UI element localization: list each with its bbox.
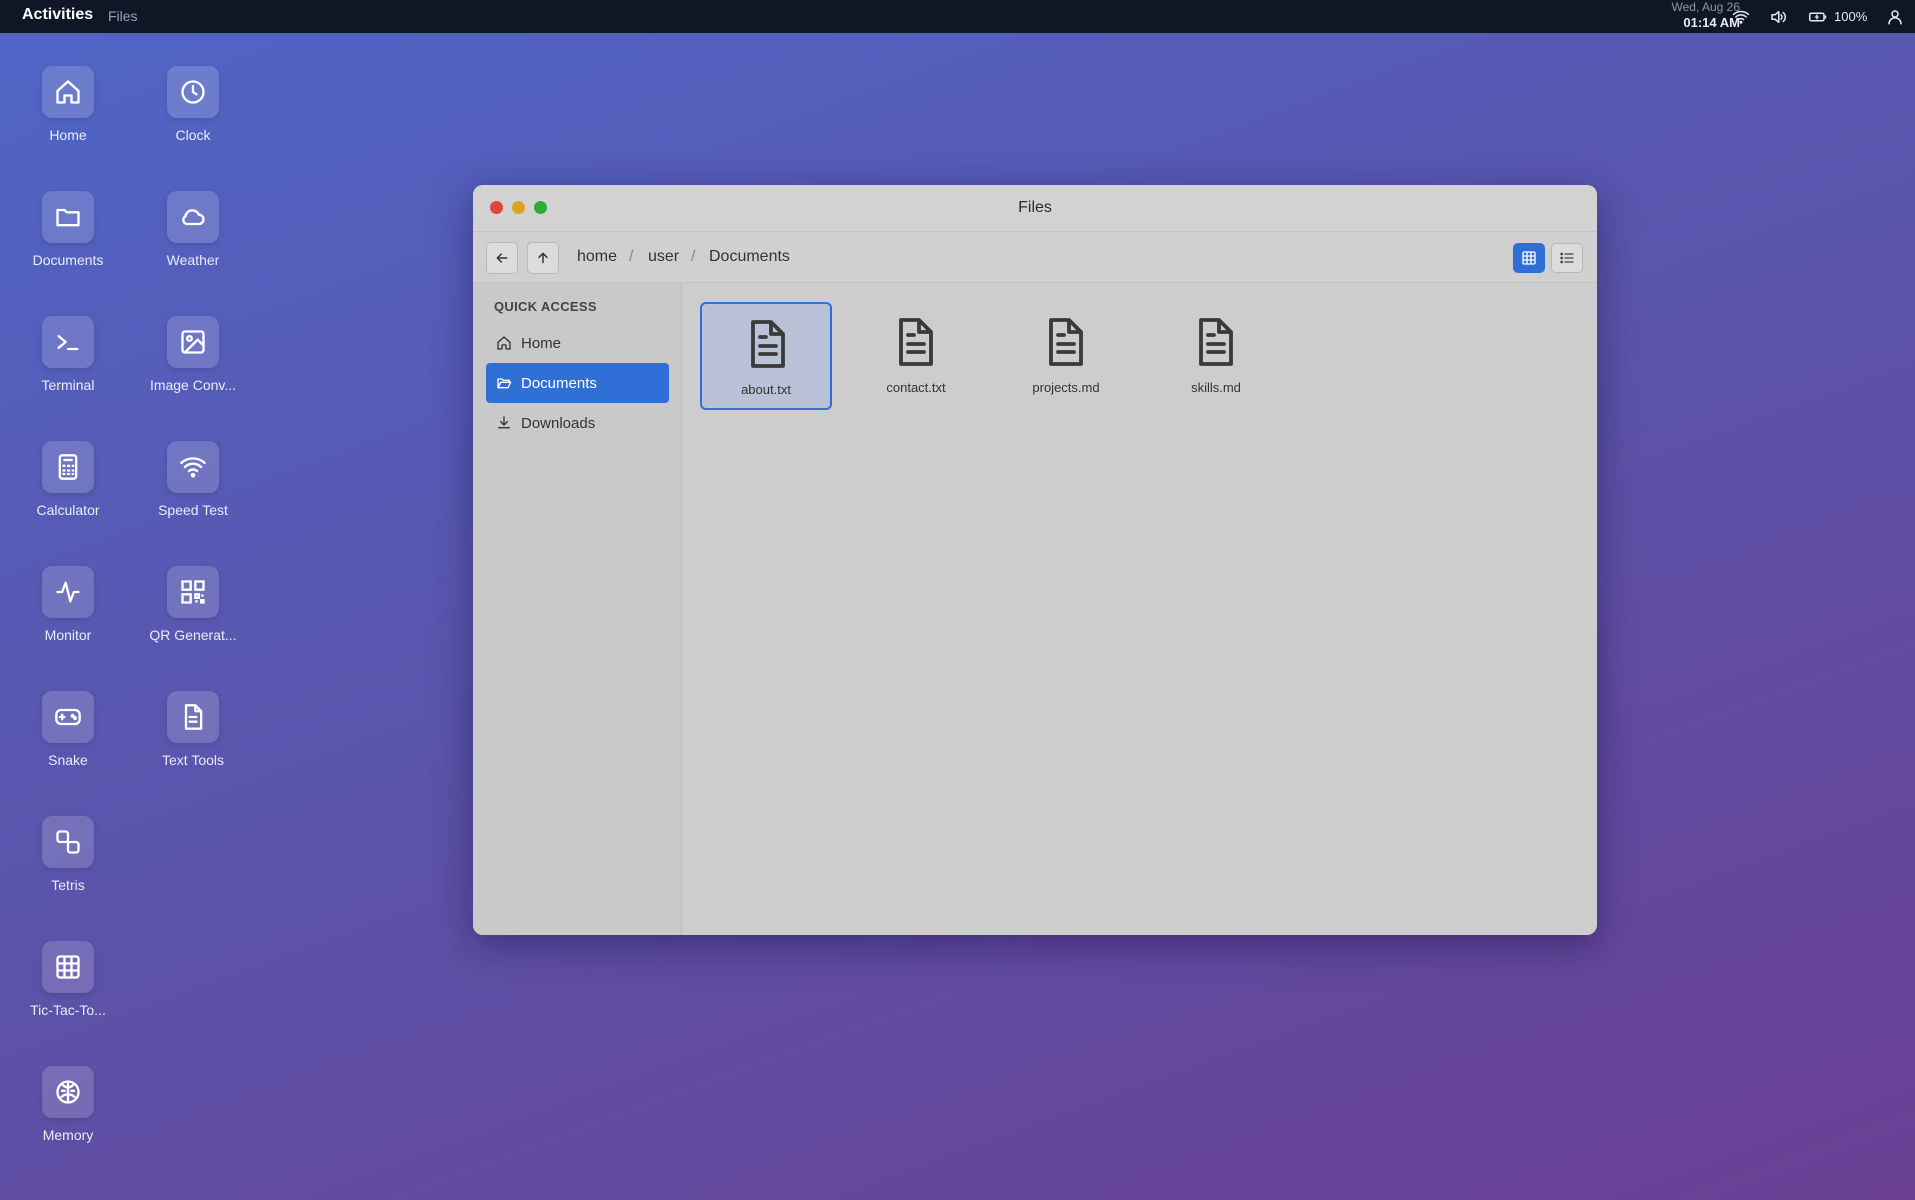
breadcrumb-separator: / bbox=[691, 248, 696, 265]
file-item[interactable]: skills.md bbox=[1150, 302, 1282, 410]
battery-icon[interactable] bbox=[1808, 8, 1827, 26]
desktop-icon-label: Snake bbox=[48, 752, 88, 768]
quick-access-heading: QUICK ACCESS bbox=[494, 299, 597, 314]
window-titlebar[interactable]: Files bbox=[473, 185, 1597, 232]
date-text: Wed, Aug 26 bbox=[1671, 0, 1741, 14]
desktop-icon-clock[interactable]: Clock bbox=[138, 66, 248, 143]
top-bar: Activities Files Wed, Aug 26 01:14 AM 10… bbox=[0, 0, 1915, 33]
desktop-icon-snake[interactable]: Snake bbox=[13, 691, 123, 768]
folder-icon bbox=[42, 191, 94, 243]
desktop-icon-label: Terminal bbox=[41, 377, 95, 393]
breadcrumb-home[interactable]: home bbox=[577, 248, 617, 266]
desktop-icon-speed-test[interactable]: Speed Test bbox=[138, 441, 248, 518]
files-window: Files home / user / Documents QUICK ACCE… bbox=[473, 185, 1597, 935]
time-text: 01:14 AM bbox=[1683, 15, 1740, 30]
document-icon bbox=[743, 318, 791, 370]
desktop-icon-label: Tetris bbox=[51, 877, 85, 893]
brain-icon bbox=[42, 1066, 94, 1118]
document-icon bbox=[1191, 316, 1239, 368]
wifi-icon bbox=[167, 441, 219, 493]
file-item[interactable]: about.txt bbox=[700, 302, 832, 410]
desktop-icon-label: Memory bbox=[42, 1127, 94, 1143]
file-name: projects.md bbox=[1032, 380, 1100, 395]
desktop-icon-monitor[interactable]: Monitor bbox=[13, 566, 123, 643]
desktop-icon-tetris[interactable]: Tetris bbox=[13, 816, 123, 893]
file-grid: about.txt contact.txt projects.md skills… bbox=[682, 283, 1597, 935]
gamepad-icon bbox=[42, 691, 94, 743]
desktop-icon-label: Text Tools bbox=[162, 752, 224, 768]
desktop-icon-weather[interactable]: Weather bbox=[138, 191, 248, 268]
up-button[interactable] bbox=[527, 242, 559, 274]
file-item[interactable]: contact.txt bbox=[850, 302, 982, 410]
grid-icon bbox=[42, 941, 94, 993]
grid-view-button[interactable] bbox=[1513, 243, 1545, 273]
home-icon bbox=[495, 334, 513, 352]
desktop-icon-label: Calculator bbox=[36, 502, 100, 518]
active-app-name: Files bbox=[108, 8, 138, 24]
activity-icon bbox=[42, 566, 94, 618]
back-button[interactable] bbox=[486, 242, 518, 274]
document-icon bbox=[1041, 316, 1089, 368]
toolbar: home / user / Documents bbox=[473, 232, 1597, 283]
calculator-icon bbox=[42, 441, 94, 493]
breadcrumb-documents[interactable]: Documents bbox=[709, 248, 790, 266]
user-icon[interactable] bbox=[1886, 8, 1904, 26]
desktop-icon-label: Clock bbox=[175, 127, 211, 143]
list-view-button[interactable] bbox=[1551, 243, 1583, 273]
activities-button[interactable]: Activities bbox=[22, 6, 93, 24]
file-name: skills.md bbox=[1191, 380, 1241, 395]
file-item[interactable]: projects.md bbox=[1000, 302, 1132, 410]
desktop-icon-image-converter[interactable]: Image Conv... bbox=[138, 316, 248, 393]
cloud-icon bbox=[167, 191, 219, 243]
battery-percent: 100% bbox=[1834, 9, 1868, 24]
grid-icon bbox=[1521, 250, 1537, 266]
desktop-icon-memory[interactable]: Memory bbox=[13, 1066, 123, 1143]
breadcrumb-separator: / bbox=[629, 248, 634, 265]
file-name: contact.txt bbox=[886, 380, 946, 395]
image-icon bbox=[167, 316, 219, 368]
desktop-icon-label: Documents bbox=[32, 252, 104, 268]
volume-icon[interactable] bbox=[1769, 8, 1787, 26]
window-title: Files bbox=[1018, 199, 1052, 216]
home-icon bbox=[42, 66, 94, 118]
desktop-icon-documents[interactable]: Documents bbox=[13, 191, 123, 268]
sidebar-item-label: Home bbox=[521, 334, 562, 352]
desktop-icon-label: Image Conv... bbox=[149, 377, 237, 393]
text-file-icon bbox=[167, 691, 219, 743]
clock[interactable]: Wed, Aug 26 01:14 AM bbox=[1640, 0, 1741, 30]
download-icon bbox=[495, 414, 513, 432]
desktop-icon-terminal[interactable]: Terminal bbox=[13, 316, 123, 393]
clock-icon bbox=[167, 66, 219, 118]
desktop-icon-tic-tac-toe[interactable]: Tic-Tac-To... bbox=[13, 941, 123, 1018]
folder-open-icon bbox=[495, 374, 513, 392]
document-icon bbox=[891, 316, 939, 368]
sidebar-item-home[interactable]: Home bbox=[486, 323, 669, 363]
desktop-icon-calculator[interactable]: Calculator bbox=[13, 441, 123, 518]
desktop-icon-label: Weather bbox=[166, 252, 220, 268]
sidebar-item-downloads[interactable]: Downloads bbox=[486, 403, 669, 443]
desktop-icon-label: Speed Test bbox=[158, 502, 228, 518]
desktop-icon-text-tools[interactable]: Text Tools bbox=[138, 691, 248, 768]
wifi-icon[interactable] bbox=[1732, 8, 1750, 26]
shapes-icon bbox=[42, 816, 94, 868]
desktop-icon-label: Monitor bbox=[44, 627, 92, 643]
desktop-icon-label: Home bbox=[49, 127, 87, 143]
breadcrumb-user[interactable]: user bbox=[648, 248, 679, 266]
desktop-icon-label: Tic-Tac-To... bbox=[30, 1002, 106, 1018]
list-icon bbox=[1559, 250, 1575, 266]
qr-code-icon bbox=[167, 566, 219, 618]
file-name: about.txt bbox=[741, 382, 791, 397]
desktop-icon-label: QR Generat... bbox=[149, 627, 237, 643]
sidebar-item-label: Downloads bbox=[521, 414, 596, 432]
arrow-left-icon bbox=[494, 250, 510, 266]
terminal-icon bbox=[42, 316, 94, 368]
sidebar-item-label: Documents bbox=[521, 374, 597, 392]
desktop-icon-qr-generator[interactable]: QR Generat... bbox=[138, 566, 248, 643]
sidebar-item-documents[interactable]: Documents bbox=[486, 363, 669, 403]
sidebar: QUICK ACCESS Home Documents Downloads bbox=[473, 283, 682, 935]
arrow-up-icon bbox=[535, 250, 551, 266]
desktop-icon-home[interactable]: Home bbox=[13, 66, 123, 143]
